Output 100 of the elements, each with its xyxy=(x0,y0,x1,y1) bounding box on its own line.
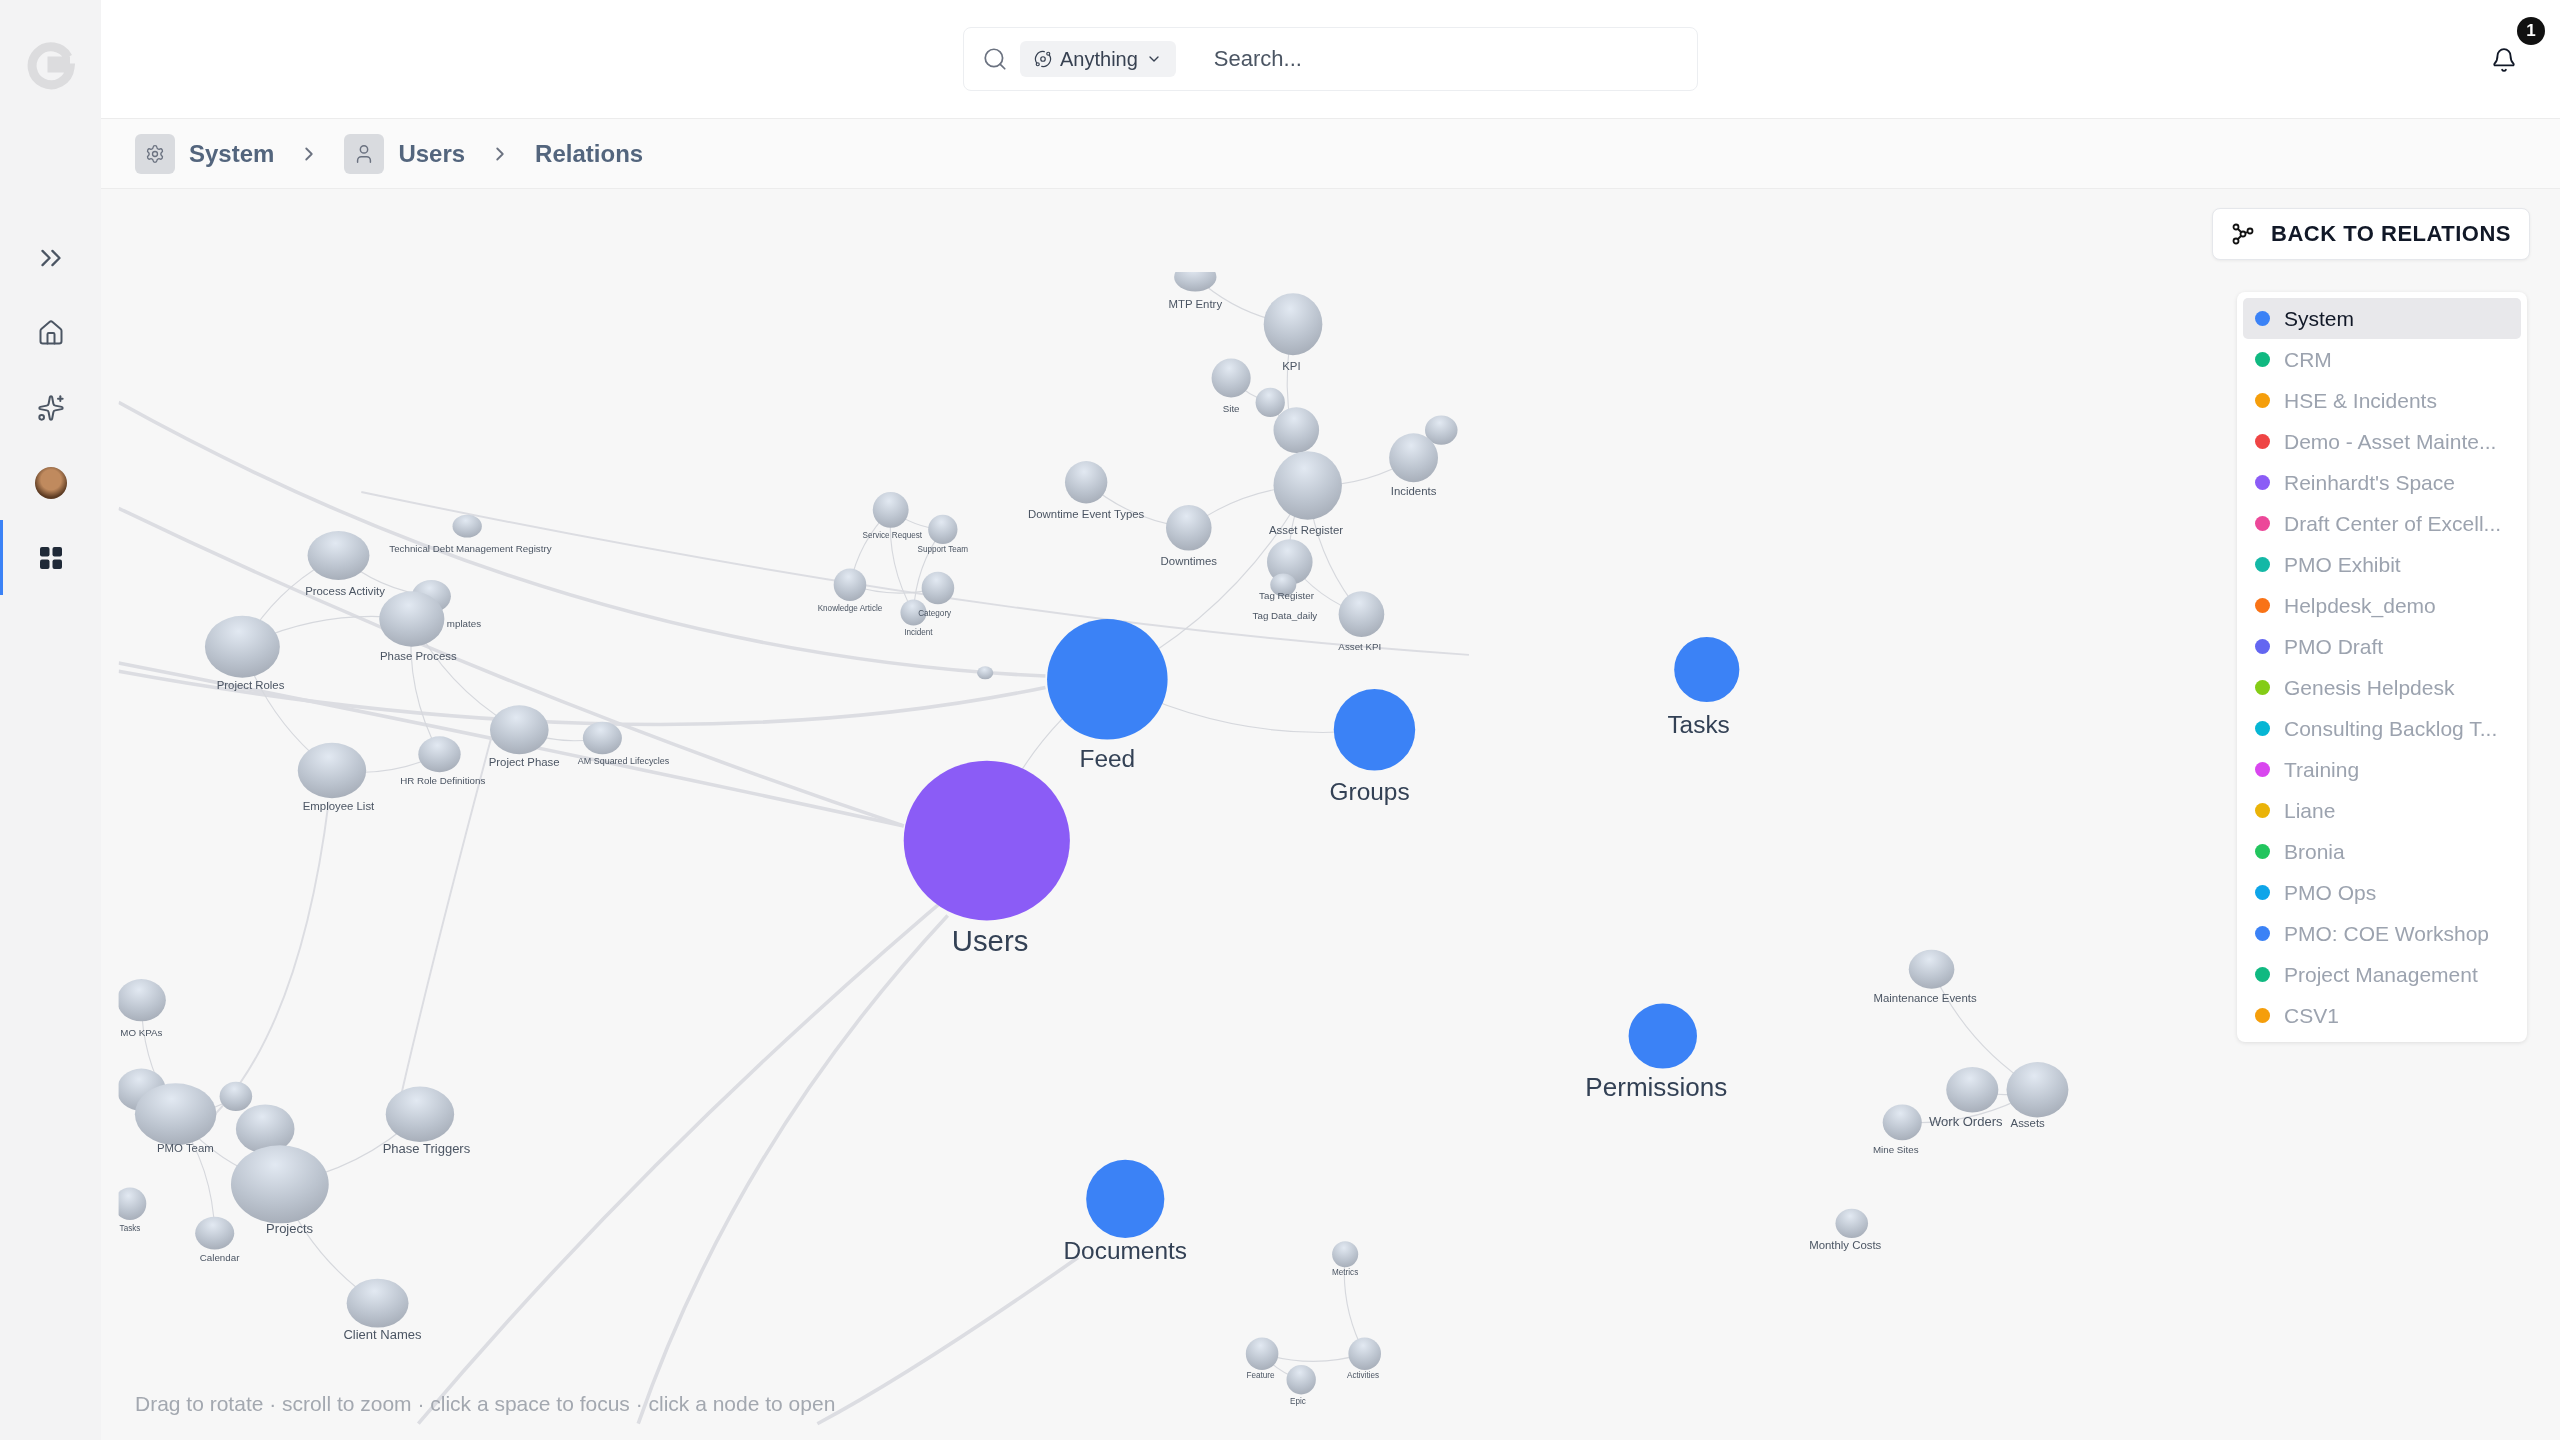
node-label: mplates xyxy=(446,618,481,630)
space-node[interactable] xyxy=(1674,636,1740,703)
entity-node[interactable] xyxy=(1211,358,1251,398)
space-node[interactable] xyxy=(1086,1159,1165,1238)
entity-node[interactable] xyxy=(1174,272,1217,292)
entity-node[interactable] xyxy=(2006,1062,2069,1118)
entity-node[interactable] xyxy=(1348,1337,1381,1370)
node-label: Feed xyxy=(1079,745,1136,773)
legend-item[interactable]: CSV1 xyxy=(2243,995,2521,1036)
entity-node[interactable] xyxy=(452,514,482,538)
legend-item[interactable]: PMO Exhibit xyxy=(2243,544,2521,585)
entity-node[interactable] xyxy=(928,514,958,545)
breadcrumb-link[interactable]: Users xyxy=(398,139,466,168)
entity-node[interactable] xyxy=(346,1278,409,1328)
legend-label: HSE & Incidents xyxy=(2284,388,2437,413)
node-label: Monthly Costs xyxy=(1809,1239,1882,1252)
node-label: Technical Debt Management Registry xyxy=(389,543,552,555)
legend-label: PMO: COE Workshop xyxy=(2284,921,2489,946)
entity-node[interactable] xyxy=(1835,1208,1869,1238)
breadcrumb-link[interactable]: Relations xyxy=(535,139,644,168)
entity-node[interactable] xyxy=(1882,1104,1922,1141)
node-label: Incidents xyxy=(1390,485,1437,498)
node-label: Project Roles xyxy=(216,679,285,692)
entity-node[interactable] xyxy=(1338,591,1385,637)
legend-item[interactable]: Genesis Helpdesk xyxy=(2243,667,2521,708)
legend-item[interactable]: System xyxy=(2243,298,2521,339)
notification-count: 1 xyxy=(2517,17,2545,45)
legend-item[interactable]: Consulting Backlog T... xyxy=(2243,708,2521,749)
node-label: Phase Process xyxy=(380,649,457,662)
node-label: Asset Register xyxy=(1269,524,1344,537)
legend-item[interactable]: Liane xyxy=(2243,790,2521,831)
space-node[interactable] xyxy=(1333,689,1416,771)
entity-node[interactable] xyxy=(1286,1365,1316,1395)
entity-node[interactable] xyxy=(1245,1337,1279,1370)
node-label: Tag Register xyxy=(1259,590,1314,602)
entity-node[interactable] xyxy=(297,742,367,799)
entity-node[interactable] xyxy=(231,1145,329,1224)
node-label: KPI xyxy=(1282,359,1301,372)
node-label: Employee List xyxy=(302,799,375,812)
entity-node[interactable] xyxy=(195,1216,235,1250)
entity-node[interactable] xyxy=(1425,415,1458,445)
node-label: Permissions xyxy=(1585,1072,1728,1103)
legend-label: PMO Ops xyxy=(2284,880,2377,905)
node-label: HR Role Definitions xyxy=(400,774,486,786)
hint-text: Drag to rotate · scroll to zoom · click a space to focus · click a node to open xyxy=(135,1392,836,1416)
back-button[interactable]: BACK TO RELATIONS xyxy=(2212,208,2530,260)
avatar xyxy=(34,466,67,499)
legend-item[interactable]: Demo - Asset Mainte... xyxy=(2243,421,2521,462)
legend-item[interactable]: PMO: COE Workshop xyxy=(2243,913,2521,954)
node-label: Maintenance Events xyxy=(1873,991,1977,1004)
node-label: Downtime Event Types xyxy=(1028,508,1145,521)
space-node[interactable] xyxy=(1047,619,1168,740)
entity-node[interactable] xyxy=(204,615,280,678)
entity-node[interactable] xyxy=(1263,293,1323,356)
user-icon xyxy=(344,133,385,174)
entity-node[interactable] xyxy=(1946,1067,1999,1113)
legend-item[interactable]: Draft Center of Excell... xyxy=(2243,503,2521,544)
entity-node[interactable] xyxy=(1908,949,1955,989)
legend-label: Demo - Asset Mainte... xyxy=(2284,429,2497,454)
entity-node[interactable] xyxy=(235,1104,295,1154)
legend-item[interactable]: Bronia xyxy=(2243,831,2521,872)
entity-node[interactable] xyxy=(1389,433,1438,483)
grid-icon xyxy=(38,545,63,570)
legend-item[interactable]: Reinhardt's Space xyxy=(2243,462,2521,503)
node-label: Asset KPI xyxy=(1338,641,1382,652)
search-field[interactable]: Anything Search... xyxy=(963,27,1698,91)
entity-node[interactable] xyxy=(1332,1241,1359,1268)
entity-node[interactable] xyxy=(582,721,622,755)
entity-node[interactable] xyxy=(118,979,166,1022)
legend-item[interactable]: Helpdesk_demo xyxy=(2243,585,2521,626)
legend-item[interactable]: Project Management xyxy=(2243,954,2521,995)
entity-node[interactable] xyxy=(1255,387,1285,418)
entity-node[interactable] xyxy=(977,666,994,680)
breadcrumb-link[interactable]: System xyxy=(189,139,275,168)
entity-node[interactable] xyxy=(219,1081,253,1111)
node-label: Process Activity xyxy=(305,584,385,597)
legend-item[interactable]: CRM xyxy=(2243,339,2521,380)
entity-node[interactable] xyxy=(921,571,955,605)
node-label: AM Squared Lifecycles xyxy=(577,756,670,766)
legend-item[interactable]: HSE & Incidents xyxy=(2243,380,2521,421)
entity-node[interactable] xyxy=(418,736,461,773)
entity-node[interactable] xyxy=(872,492,909,528)
legend-item[interactable]: Training xyxy=(2243,749,2521,790)
node-label: Project Phase xyxy=(488,755,560,768)
entity-node[interactable] xyxy=(490,705,549,755)
entity-node[interactable] xyxy=(385,1086,455,1142)
scope-dropdown[interactable]: Anything xyxy=(1020,41,1176,77)
entity-node[interactable] xyxy=(118,1187,147,1221)
entity-node[interactable] xyxy=(1273,451,1342,520)
legend-item[interactable]: PMO Draft xyxy=(2243,626,2521,667)
entity-node[interactable] xyxy=(1273,407,1320,453)
legend-label: Project Management xyxy=(2284,962,2478,987)
space-node[interactable] xyxy=(1628,1003,1697,1069)
node-label: Assets xyxy=(2010,1117,2045,1130)
space-node[interactable] xyxy=(903,760,1070,921)
entity-node[interactable] xyxy=(833,568,867,602)
entity-node[interactable] xyxy=(1065,461,1108,504)
entity-node[interactable] xyxy=(1166,505,1212,551)
entity-node[interactable] xyxy=(307,531,370,580)
legend-item[interactable]: PMO Ops xyxy=(2243,872,2521,913)
